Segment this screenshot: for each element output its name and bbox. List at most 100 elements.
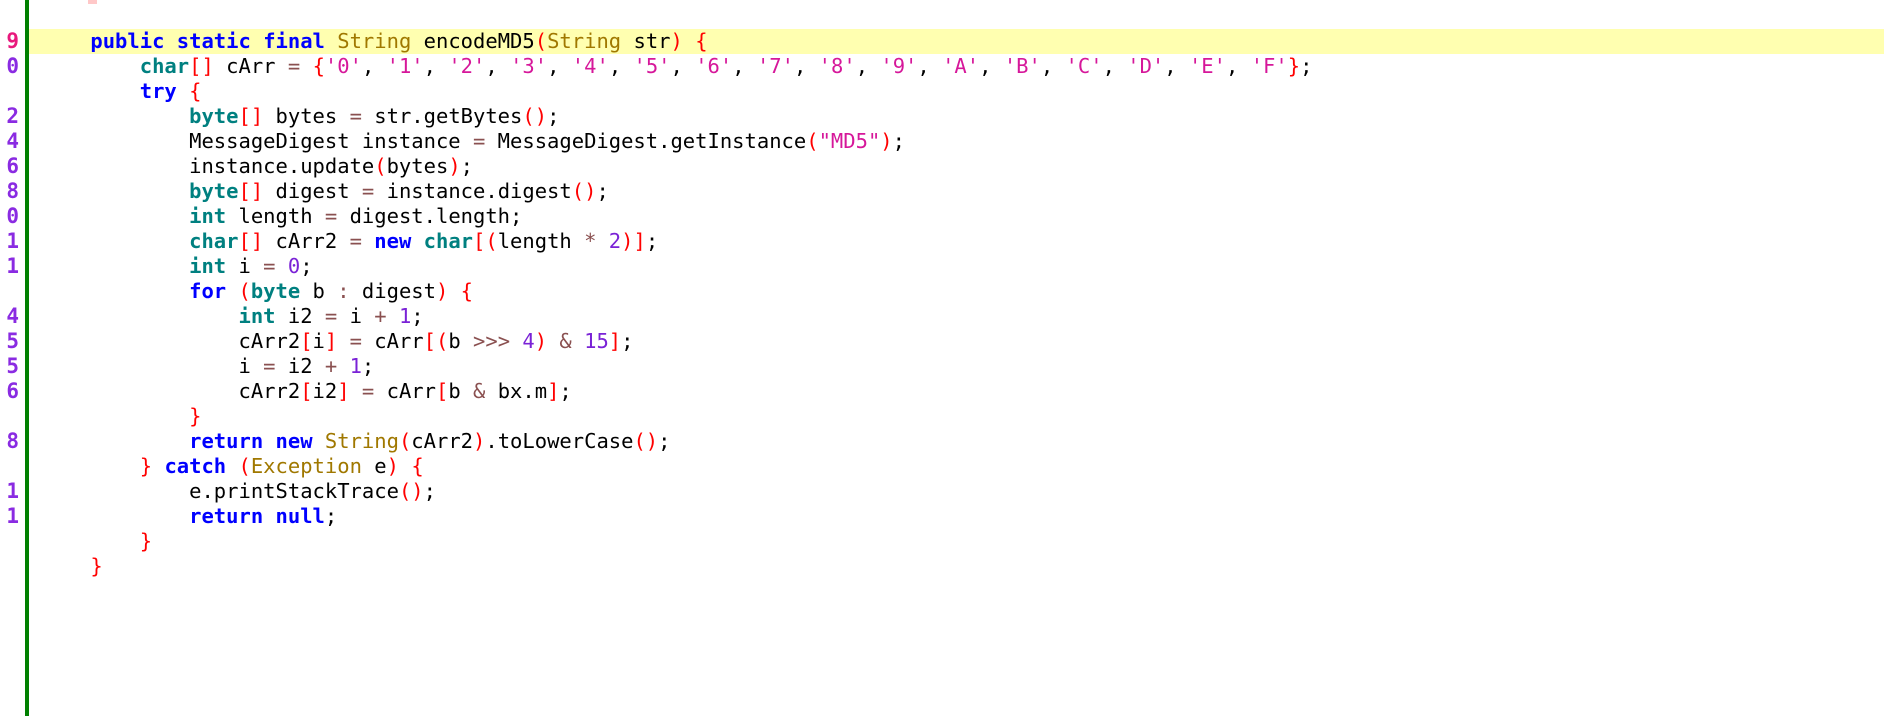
token-kw: static xyxy=(176,29,251,53)
line-number[interactable]: 4 xyxy=(0,129,19,154)
line-number[interactable]: 0 xyxy=(0,54,19,79)
code-line[interactable]: } catch (Exception e) { xyxy=(29,454,1884,479)
line-number[interactable]: 1 xyxy=(0,479,19,504)
token-id: length xyxy=(497,229,572,253)
token-op: & xyxy=(559,329,572,353)
token-id xyxy=(177,79,189,103)
line-number[interactable]: 4 xyxy=(0,304,19,329)
code-line-text: int i2 = i + 1; xyxy=(29,304,423,329)
code-line-text: int length = digest.length; xyxy=(29,204,522,229)
token-id xyxy=(461,379,473,403)
token-id xyxy=(411,29,423,53)
token-id: instance.digest xyxy=(386,179,572,203)
line-number[interactable]: 9 xyxy=(0,29,19,54)
token-str: '0' xyxy=(324,54,362,78)
token-str: 'F' xyxy=(1250,54,1288,78)
token-id xyxy=(276,304,288,328)
line-number[interactable]: 5 xyxy=(0,354,19,379)
code-line[interactable]: } xyxy=(29,554,1884,579)
token-op: & xyxy=(473,379,486,403)
line-number[interactable]: 1 xyxy=(0,504,19,529)
token-id xyxy=(411,229,423,253)
code-line[interactable]: try { xyxy=(29,79,1884,104)
code-line[interactable]: cArr2[i2] = cArr[b & bx.m]; xyxy=(29,379,1884,404)
token-pn: ) xyxy=(880,129,893,153)
token-id xyxy=(276,354,288,378)
token-id: cArr2 xyxy=(411,429,474,453)
code-line[interactable]: char[] cArr = {'0', '1', '2', '3', '4', … xyxy=(29,54,1884,79)
line-number[interactable]: 2 xyxy=(0,104,19,129)
line-number[interactable]: 5 xyxy=(0,329,19,354)
line-number[interactable]: 0 xyxy=(0,204,19,229)
line-number[interactable]: 8 xyxy=(0,179,19,204)
token-pn: ( xyxy=(374,154,387,178)
token-id xyxy=(621,29,633,53)
token-id: bx.m xyxy=(497,379,548,403)
token-type: int xyxy=(189,204,227,228)
token-op: = xyxy=(324,204,338,228)
token-pn: ) xyxy=(534,329,548,353)
code-line-text: } xyxy=(29,404,201,429)
code-line[interactable]: int i = 0; xyxy=(29,254,1884,279)
token-pn: [ xyxy=(300,379,313,403)
token-pn: () xyxy=(571,179,597,203)
code-line-text: public static final String encodeMD5(Str… xyxy=(29,29,707,54)
line-number[interactable]: 1 xyxy=(0,254,19,279)
code-line[interactable]: MessageDigest instance = MessageDigest.g… xyxy=(29,129,1884,154)
token-id: ; xyxy=(645,229,659,253)
line-number-gutter[interactable]: 9024680114556811 xyxy=(0,0,27,716)
code-line-text: return new String(cArr2).toLowerCase(); xyxy=(29,429,670,454)
code-line[interactable]: } xyxy=(29,529,1884,554)
code-line[interactable]: cArr2[i] = cArr[(b >>> 4) & 15]; xyxy=(29,329,1884,354)
token-id xyxy=(337,354,349,378)
token-op: = xyxy=(287,54,301,78)
token-pn: [] xyxy=(238,104,264,128)
token-id xyxy=(461,329,473,353)
token-pn: ( xyxy=(238,454,251,478)
code-line[interactable]: return new String(cArr2).toLowerCase(); xyxy=(29,429,1884,454)
token-type: char xyxy=(189,229,239,253)
code-line[interactable]: return null; xyxy=(29,504,1884,529)
line-number[interactable]: 6 xyxy=(0,379,19,404)
code-line[interactable]: byte[] digest = instance.digest(); xyxy=(29,179,1884,204)
code-line[interactable]: instance.update(bytes); xyxy=(29,154,1884,179)
token-pn: ( xyxy=(806,129,819,153)
line-number[interactable]: 6 xyxy=(0,154,19,179)
token-type: byte xyxy=(250,279,301,303)
token-op: + xyxy=(374,304,387,328)
token-pn: ) xyxy=(435,279,449,303)
token-pn: [] xyxy=(238,179,264,203)
code-line[interactable]: byte[] bytes = str.getBytes(); xyxy=(29,104,1884,129)
token-id xyxy=(337,329,349,353)
code-line[interactable]: } xyxy=(29,404,1884,429)
code-line[interactable]: int length = digest.length; xyxy=(29,204,1884,229)
line-number[interactable]: 1 xyxy=(0,229,19,254)
token-id xyxy=(547,329,559,353)
token-str: '1' xyxy=(386,54,424,78)
code-editor[interactable]: public static final String encodeMD5(Str… xyxy=(0,0,1884,716)
token-pn: ) xyxy=(448,154,461,178)
token-num: 15 xyxy=(584,329,609,353)
code-line[interactable]: char[] cArr2 = new char[(length * 2)]; xyxy=(29,229,1884,254)
code-line[interactable]: public static final String encodeMD5(Str… xyxy=(29,29,1884,54)
code-line[interactable]: int i2 = i + 1; xyxy=(29,304,1884,329)
token-id xyxy=(362,329,374,353)
code-line[interactable]: e.printStackTrace(); xyxy=(29,479,1884,504)
token-cls: Exception xyxy=(250,454,362,478)
code-line[interactable]: i = i2 + 1; xyxy=(29,354,1884,379)
token-id xyxy=(214,54,226,78)
token-id xyxy=(683,29,695,53)
line-number[interactable]: 8 xyxy=(0,429,19,454)
code-line[interactable]: for (byte b : digest) { xyxy=(29,279,1884,304)
token-id xyxy=(337,204,349,228)
token-id: , xyxy=(361,54,387,78)
code-content-area[interactable]: public static final String encodeMD5(Str… xyxy=(29,0,1884,716)
token-id xyxy=(485,379,497,403)
